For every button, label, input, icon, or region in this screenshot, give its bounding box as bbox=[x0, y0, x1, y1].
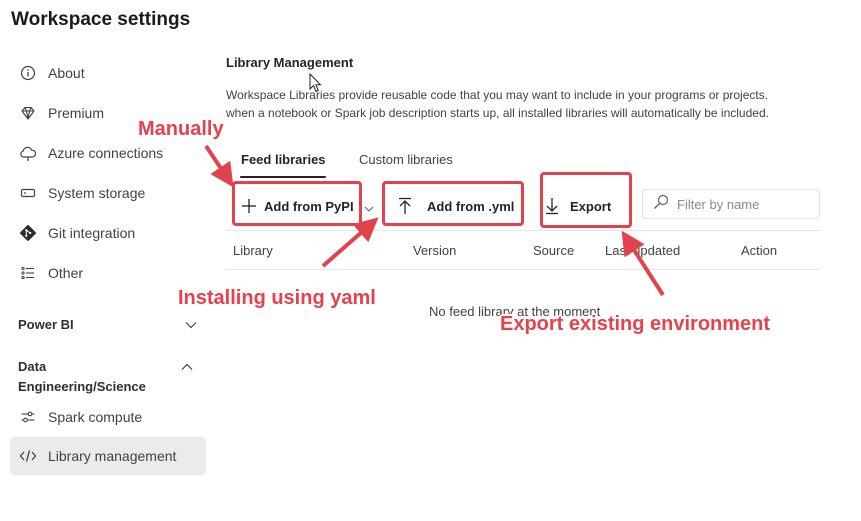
arrow-manually bbox=[204, 144, 234, 188]
annotation-manually: Manually bbox=[138, 118, 224, 140]
arrow-export bbox=[621, 230, 665, 297]
annotation-export-environment: Export existing environment bbox=[500, 313, 771, 335]
arrow-yaml bbox=[321, 217, 379, 268]
annotation-arrows bbox=[204, 144, 665, 297]
annotation-installing-yaml: Installing using yaml bbox=[178, 287, 376, 309]
